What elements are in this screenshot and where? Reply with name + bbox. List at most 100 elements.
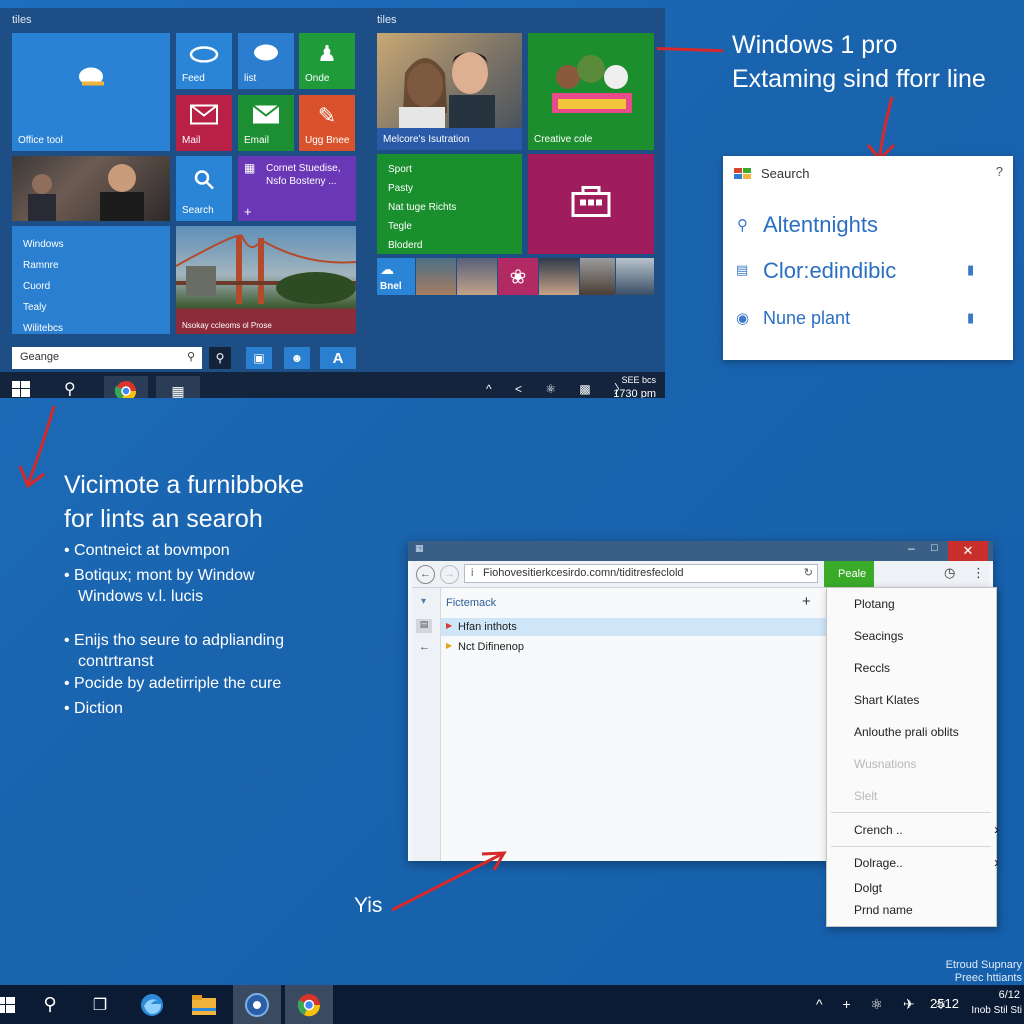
tile-mail[interactable]: Mail: [176, 95, 232, 151]
search-icon[interactable]: ⚲: [26, 985, 74, 1024]
tile-store[interactable]: [528, 154, 654, 254]
note-left-line-1: Vicimote a furnibboke: [64, 471, 304, 499]
clock-icon[interactable]: ◷: [944, 565, 955, 581]
app-icon[interactable]: ▦: [156, 376, 200, 398]
start-search-input[interactable]: Geange ⚲: [12, 347, 202, 369]
bullet-text: Pocide by adetirriple the cure: [74, 675, 282, 692]
person-icon[interactable]: ☻: [284, 347, 310, 369]
search-result[interactable]: ▤ Clor:edindibic ▮: [723, 254, 1013, 294]
menu-item[interactable]: Shart Klates: [854, 693, 999, 707]
search-icon[interactable]: ⚲: [187, 350, 195, 363]
people-icon: ▦: [244, 161, 256, 175]
bullet-item: • Diction: [64, 700, 123, 717]
expand-arrow-icon: ▶: [446, 641, 453, 650]
list-item: Ramnre: [23, 260, 59, 271]
cloud-icon: [189, 43, 219, 66]
search-icon: ⚲: [737, 217, 748, 234]
tile-list[interactable]: list: [238, 33, 294, 89]
list-item: Sport: [388, 164, 412, 175]
menu-item[interactable]: Reccls: [854, 661, 999, 675]
document-icon: ▤: [736, 262, 749, 277]
bullet-text: Diction: [74, 700, 123, 717]
list-item-label: Hfan inthots: [458, 621, 517, 633]
tile-photo-strip-4[interactable]: [539, 258, 579, 295]
minimize-button[interactable]: –: [908, 541, 915, 555]
leaf-icon: [251, 42, 281, 67]
list-item: Wilitebcs: [23, 323, 64, 334]
chrome-icon[interactable]: [285, 985, 333, 1024]
tile-photo-strip-2[interactable]: [457, 258, 497, 295]
list-item[interactable]: ▶ Hfan inthots: [441, 618, 826, 636]
photo-icon[interactable]: ▣: [246, 347, 272, 369]
tile-people[interactable]: Cornet Stuedise, Nsfo Bosteny ... ▦ +: [238, 156, 356, 221]
tile-office[interactable]: Office tool: [12, 33, 170, 151]
tile-photo-man[interactable]: [12, 156, 170, 221]
chrome-icon[interactable]: [104, 376, 148, 398]
task-view-icon[interactable]: ❐: [76, 985, 124, 1024]
tile-photos[interactable]: Nsokay ccleoms ol Prose: [176, 226, 356, 334]
menu-item[interactable]: Dolgt: [854, 881, 999, 895]
tile-search[interactable]: Search: [176, 156, 232, 221]
cartoon-icon: [552, 55, 632, 113]
filter-icon[interactable]: ▾: [421, 596, 426, 607]
back-arrow-icon[interactable]: ←: [419, 641, 430, 653]
tile-label: Search: [182, 205, 214, 216]
annotation-arrow: [656, 47, 724, 53]
store-bag-icon: [570, 184, 612, 221]
more-menu-icon[interactable]: ⋮: [972, 565, 985, 581]
tile-green-list[interactable]: Sport Pasty Nat tuge Richts Tegle Bloder…: [377, 154, 522, 254]
tile-photo-strip-5[interactable]: [580, 258, 615, 295]
bookmark-icon[interactable]: ▤: [416, 619, 432, 633]
menu-item[interactable]: Anlouthe prali oblits: [854, 725, 999, 739]
search-icon[interactable]: ⚲: [209, 347, 231, 369]
taskbar-date: 6/12: [998, 989, 1020, 1001]
tile-weather[interactable]: ☁ Bnel: [377, 258, 415, 295]
reload-icon[interactable]: ↻: [804, 565, 813, 582]
annotation-arrow: [866, 96, 896, 162]
list-item: Cuord: [23, 281, 51, 292]
address-bar[interactable]: i Fiohovesitierkcesirdo.comn/tiditresfec…: [464, 564, 818, 583]
bridge-image: [176, 234, 356, 304]
menu-item[interactable]: Prnd name: [854, 903, 999, 917]
add-button[interactable]: +: [802, 593, 811, 610]
forward-button[interactable]: →: [440, 565, 459, 584]
edge-icon[interactable]: [128, 985, 176, 1024]
go-button[interactable]: Peale: [824, 561, 874, 587]
tile-left-list[interactable]: Windows Ramnre Cuord Tealy Wilitebcs: [12, 226, 170, 334]
maximize-button[interactable]: □: [931, 542, 938, 554]
envelope-icon: [251, 104, 281, 129]
annotation-arrow: [18, 405, 56, 489]
list-item[interactable]: ▶ Nct Difinenop: [441, 638, 826, 656]
close-button[interactable]: ✕: [948, 541, 988, 561]
tile-photo-strip-1[interactable]: [416, 258, 456, 295]
help-button[interactable]: ?: [996, 164, 1003, 179]
menu-item-label: Anlouthe prali oblits: [854, 725, 959, 739]
tile-news[interactable]: ✎ Ugg Bnee: [299, 95, 355, 151]
search-result[interactable]: ⚲ Altentnights: [723, 208, 1013, 248]
tile-onde[interactable]: ♟ Onde: [299, 33, 355, 89]
tile-games[interactable]: Creative cole: [528, 33, 654, 150]
search-icon[interactable]: ⚲: [64, 379, 76, 398]
tile-photo-strip-3[interactable]: ❀: [498, 258, 538, 295]
menu-item-label: Plotang: [854, 597, 895, 611]
photo-icon: ❀: [509, 266, 527, 288]
back-button[interactable]: ←: [416, 565, 435, 584]
menu-item[interactable]: Seacings: [854, 629, 999, 643]
tile-email[interactable]: Email: [238, 95, 294, 151]
tile-photo-strip-6[interactable]: [616, 258, 654, 295]
menu-item[interactable]: Plotang: [854, 597, 999, 611]
menu-item[interactable]: Crench .. ›: [854, 821, 999, 838]
cloud-icon: [74, 61, 108, 94]
menu-item[interactable]: Dolrage.. ›: [854, 854, 999, 871]
app-icon[interactable]: [233, 985, 281, 1024]
windows-logo-icon[interactable]: [12, 381, 30, 398]
search-result[interactable]: ◉ Nune plant ▮: [723, 302, 1013, 342]
font-icon[interactable]: A: [320, 347, 356, 369]
tile-feed[interactable]: Feed: [176, 33, 232, 89]
person-icon: ♟: [317, 41, 337, 67]
bullet-item: • Contneict at bovmpon: [64, 542, 230, 559]
file-explorer-icon[interactable]: [180, 985, 228, 1024]
taskbar-date-2: Inob Stil Sti: [971, 1005, 1022, 1016]
mail-icon: [189, 104, 219, 129]
tile-movies[interactable]: Melcore's Isutration: [377, 33, 522, 150]
